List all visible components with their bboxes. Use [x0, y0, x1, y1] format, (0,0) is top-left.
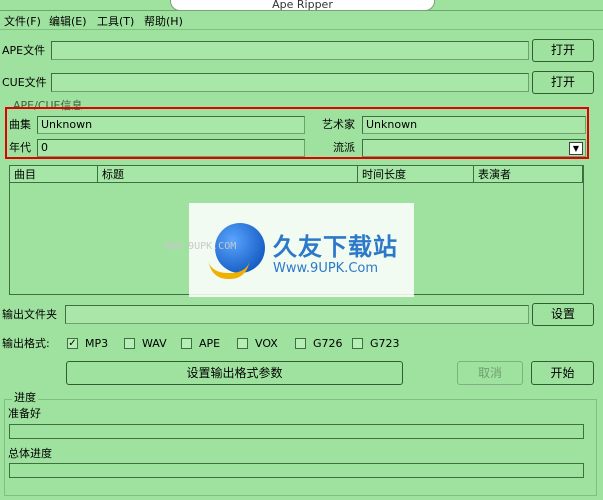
album-input[interactable]: Unknown — [37, 116, 305, 134]
genre-select[interactable]: ▼ — [362, 139, 586, 157]
checkbox-mp3[interactable]: ✓ — [67, 338, 78, 349]
column-header-title[interactable]: 标题 — [98, 166, 358, 183]
output-format-label: 输出格式: — [2, 337, 50, 350]
format-settings-button[interactable]: 设置输出格式参数 — [66, 361, 403, 385]
status-label: 准备好 — [8, 407, 41, 420]
column-header-duration[interactable]: 时间长度 — [358, 166, 474, 183]
column-header-track[interactable]: 曲目 — [10, 166, 98, 183]
checkbox-g726[interactable] — [295, 338, 306, 349]
output-folder-input[interactable] — [65, 305, 529, 324]
menu-tools[interactable]: 工具(T) — [97, 13, 134, 29]
artist-input[interactable]: Unknown — [362, 116, 586, 134]
checkbox-ape[interactable] — [181, 338, 192, 349]
album-label: 曲集 — [9, 118, 31, 131]
watermark-url: Www.9UPK.Com — [273, 261, 379, 276]
menu-bar: 文件(F) 编辑(E) 工具(T) 帮助(H) — [0, 11, 603, 30]
year-label: 年代 — [9, 141, 31, 154]
checkbox-g723[interactable] — [352, 338, 363, 349]
app-window: Ape Ripper 文件(F) 编辑(E) 工具(T) 帮助(H) APE文件… — [0, 0, 603, 500]
output-folder-label: 输出文件夹 — [2, 308, 57, 321]
progress-group-title: 进度 — [12, 391, 38, 405]
set-output-button[interactable]: 设置 — [532, 303, 594, 326]
window-title: Ape Ripper — [170, 0, 435, 11]
title-bar: Ape Ripper — [0, 0, 603, 11]
format-mp3-label: MP3 — [85, 337, 109, 350]
total-progress-label: 总体进度 — [8, 447, 52, 460]
watermark-small-text: WWW.9UPK.COM — [164, 241, 237, 252]
ape-file-label: APE文件 — [2, 44, 46, 57]
format-ape-label: APE — [199, 337, 221, 350]
total-progress-bar — [9, 463, 584, 478]
menu-help[interactable]: 帮助(H) — [144, 13, 183, 29]
watermark-title: 久友下载站 — [273, 233, 398, 261]
progress-group — [4, 399, 597, 496]
chevron-down-icon[interactable]: ▼ — [569, 142, 583, 155]
status-progress-bar — [9, 424, 584, 439]
cue-file-input[interactable] — [51, 73, 529, 92]
start-button[interactable]: 开始 — [531, 361, 594, 385]
format-g726-label: G726 — [313, 337, 343, 350]
cancel-button[interactable]: 取消 — [457, 361, 523, 385]
open-cue-button[interactable]: 打开 — [532, 71, 594, 94]
format-vox-label: VOX — [255, 337, 278, 350]
cue-file-label: CUE文件 — [2, 76, 47, 89]
format-wav-label: WAV — [142, 337, 167, 350]
checkbox-wav[interactable] — [124, 338, 135, 349]
menu-edit[interactable]: 编辑(E) — [49, 13, 87, 29]
year-input[interactable]: 0 — [37, 139, 305, 157]
open-ape-button[interactable]: 打开 — [532, 39, 594, 62]
ape-file-input[interactable] — [51, 41, 529, 60]
genre-label: 流派 — [333, 141, 355, 154]
artist-label: 艺术家 — [322, 118, 355, 131]
menu-file[interactable]: 文件(F) — [4, 13, 41, 29]
checkbox-vox[interactable] — [237, 338, 248, 349]
column-header-performer[interactable]: 表演者 — [474, 166, 583, 183]
format-g723-label: G723 — [370, 337, 400, 350]
